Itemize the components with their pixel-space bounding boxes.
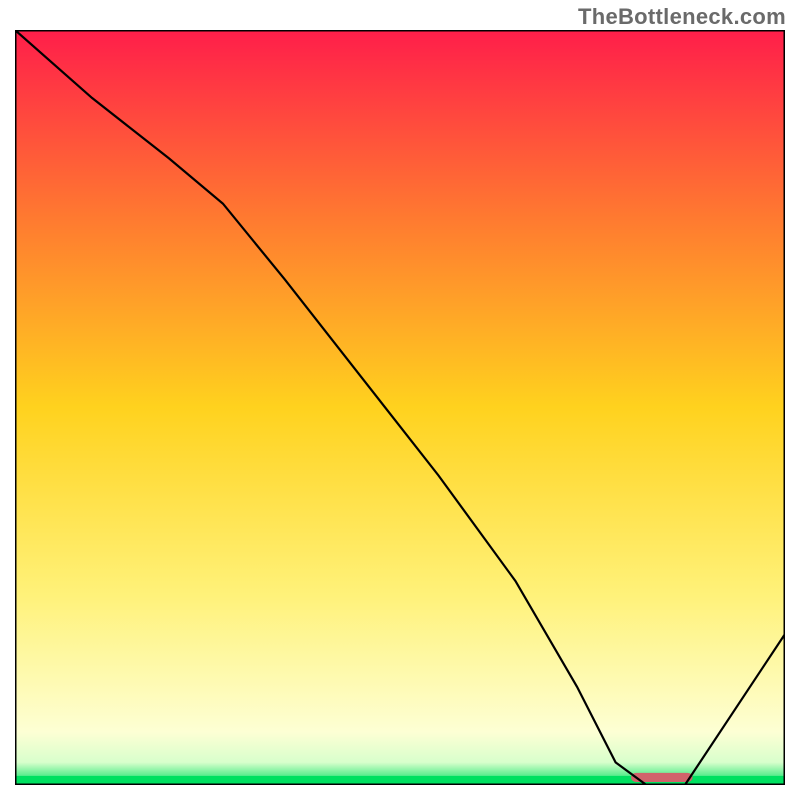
bottleneck-plot bbox=[15, 30, 785, 785]
chart-container: TheBottleneck.com bbox=[0, 0, 800, 800]
gradient-background bbox=[15, 30, 785, 785]
watermark-text: TheBottleneck.com bbox=[578, 4, 786, 30]
chart-svg bbox=[15, 30, 785, 785]
